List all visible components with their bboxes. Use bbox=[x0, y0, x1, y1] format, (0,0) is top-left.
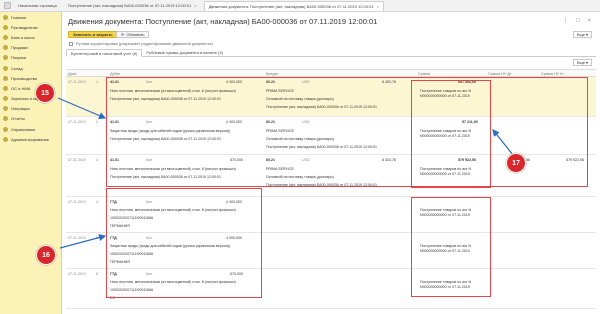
tab-label: Поступление (акт, накладная) БА00-000036… bbox=[67, 3, 192, 8]
tab-label: Движения документа: Поступление (акт, на… bbox=[208, 3, 374, 9]
sidebar-item-label: Главное bbox=[11, 14, 27, 20]
close-icon[interactable]: × bbox=[377, 4, 379, 9]
row-number: 6 bbox=[96, 272, 98, 276]
callout-15: 15 bbox=[35, 83, 55, 103]
tab-currency[interactable]: Рублевые суммы документа в валюте (3) bbox=[142, 49, 227, 56]
row-number: 5 bbox=[96, 236, 98, 240]
sidebar-item-main[interactable]: Главное bbox=[0, 12, 61, 22]
sidebar-item-operations[interactable]: Операции bbox=[0, 104, 61, 114]
sidebar-item-label: Банк и касса bbox=[11, 34, 35, 40]
sidebar-item-reports[interactable]: Отчеты bbox=[0, 114, 61, 124]
sidebar-item-label: Покупки bbox=[11, 55, 27, 61]
sidebar-item-label: ОС и НМА bbox=[11, 85, 31, 91]
sidebar-item-purchases[interactable]: Покупки bbox=[0, 53, 61, 63]
section-icon bbox=[3, 106, 8, 112]
col-nu-kt[interactable]: Сумма НУ Кт bbox=[541, 72, 564, 76]
table-more-button[interactable]: Еще ▾ bbox=[572, 59, 592, 66]
row-number: 1 bbox=[96, 80, 98, 84]
section-icon bbox=[3, 34, 8, 40]
row-date: 07.11.2019 bbox=[68, 272, 86, 276]
row-date: 07.11.2019 bbox=[68, 158, 86, 162]
sidebar-item-label: Справочники bbox=[11, 126, 36, 132]
tab-movements[interactable]: Движения документа: Поступление (акт, на… bbox=[203, 0, 384, 11]
sidebar-item-label: Администрирование bbox=[11, 136, 50, 142]
manual-edit-checkbox[interactable] bbox=[69, 41, 73, 46]
section-icon bbox=[3, 116, 8, 122]
section-icon bbox=[3, 24, 8, 30]
sidebar-item-label: Производство bbox=[11, 75, 38, 81]
sidebar-item-label: Продажи bbox=[11, 45, 28, 51]
highlight-box-sum-gtd bbox=[411, 197, 491, 297]
tab-document[interactable]: Поступление (акт, накладная) БА00-000036… bbox=[64, 1, 201, 11]
sidebar-item-sales[interactable]: Продажи bbox=[0, 43, 61, 53]
refresh-button[interactable]: ⟳ Обновить bbox=[116, 31, 150, 38]
sidebar-item-manager[interactable]: Руководителю bbox=[0, 22, 61, 32]
register-tabs: Бухгалтерский и налоговый учет (6) Рубле… bbox=[66, 49, 596, 57]
section-icon bbox=[3, 55, 8, 61]
sidebar-item-label: Склад bbox=[11, 65, 23, 71]
sidebar-item-bank[interactable]: Банк и касса bbox=[0, 32, 61, 42]
row-number: 2 bbox=[96, 120, 98, 124]
manual-edit-label: Ручная корректировка (разрешает редактир… bbox=[76, 41, 213, 46]
section-icon bbox=[3, 45, 8, 51]
manual-edit-row[interactable]: Ручная корректировка (разрешает редактир… bbox=[69, 41, 213, 46]
row-number: 3 bbox=[96, 158, 98, 162]
section-icon bbox=[3, 75, 8, 81]
callout-16: 16 bbox=[36, 245, 56, 265]
home-icon[interactable] bbox=[4, 2, 11, 9]
row-date: 07.11.2019 bbox=[68, 200, 86, 204]
section-icon bbox=[3, 85, 8, 91]
section-icon bbox=[3, 126, 8, 132]
row-date: 07.11.2019 bbox=[68, 80, 86, 84]
tab-label: Начальная страница bbox=[18, 3, 57, 8]
section-icon bbox=[3, 65, 8, 71]
row-date: 07.11.2019 bbox=[68, 120, 86, 124]
more-label: Еще bbox=[576, 60, 585, 65]
callout-17: 17 bbox=[506, 153, 526, 173]
top-tabs-bar: Начальная страница Поступление (акт, нак… bbox=[0, 0, 600, 12]
save-close-button[interactable]: Записать и закрыть bbox=[68, 31, 118, 38]
refresh-icon: ⟳ bbox=[121, 32, 125, 37]
row-date: 07.11.2019 bbox=[68, 236, 86, 240]
sidebar-item-label: Операции bbox=[11, 106, 30, 112]
tab-home[interactable]: Начальная страница bbox=[14, 1, 61, 11]
tab-accounting[interactable]: Бухгалтерский и налоговый учет (6) bbox=[66, 49, 143, 57]
highlight-box-gtd bbox=[106, 188, 262, 298]
row-number: 4 bbox=[96, 200, 98, 204]
sidebar: Главное Руководителю Банк и касса Продаж… bbox=[0, 12, 62, 314]
sidebar-item-catalogs[interactable]: Справочники bbox=[0, 124, 61, 134]
sidebar-item-label: Руководителю bbox=[11, 24, 38, 30]
sidebar-item-production[interactable]: Производство bbox=[0, 73, 61, 83]
col-date[interactable]: Дата bbox=[68, 72, 76, 76]
sidebar-item-admin[interactable]: Администрирование bbox=[0, 134, 61, 144]
section-icon bbox=[3, 136, 8, 142]
page-title: Движения документа: Поступление (акт, на… bbox=[68, 17, 378, 26]
col-nu-dt[interactable]: Сумма НУ Дт bbox=[488, 72, 512, 76]
section-icon bbox=[3, 96, 8, 102]
col-debit[interactable]: Дебет bbox=[110, 72, 121, 76]
col-credit[interactable]: Кредит bbox=[266, 72, 278, 76]
refresh-label: Обновить bbox=[126, 32, 145, 37]
sidebar-item-label: Отчеты bbox=[11, 116, 25, 122]
window-controls[interactable]: ⋮ □ × bbox=[563, 17, 594, 24]
more-label: Еще bbox=[576, 32, 585, 37]
table-header: Дата Дебет Кредит Сумма Сумма НУ Дт Сумм… bbox=[66, 69, 596, 77]
sidebar-item-warehouse[interactable]: Склад bbox=[0, 63, 61, 73]
col-sum[interactable]: Сумма bbox=[418, 72, 430, 76]
highlight-box-sum bbox=[411, 80, 491, 188]
section-icon bbox=[3, 14, 8, 20]
more-button[interactable]: Еще ▾ bbox=[572, 31, 592, 38]
close-icon[interactable]: × bbox=[194, 3, 196, 8]
